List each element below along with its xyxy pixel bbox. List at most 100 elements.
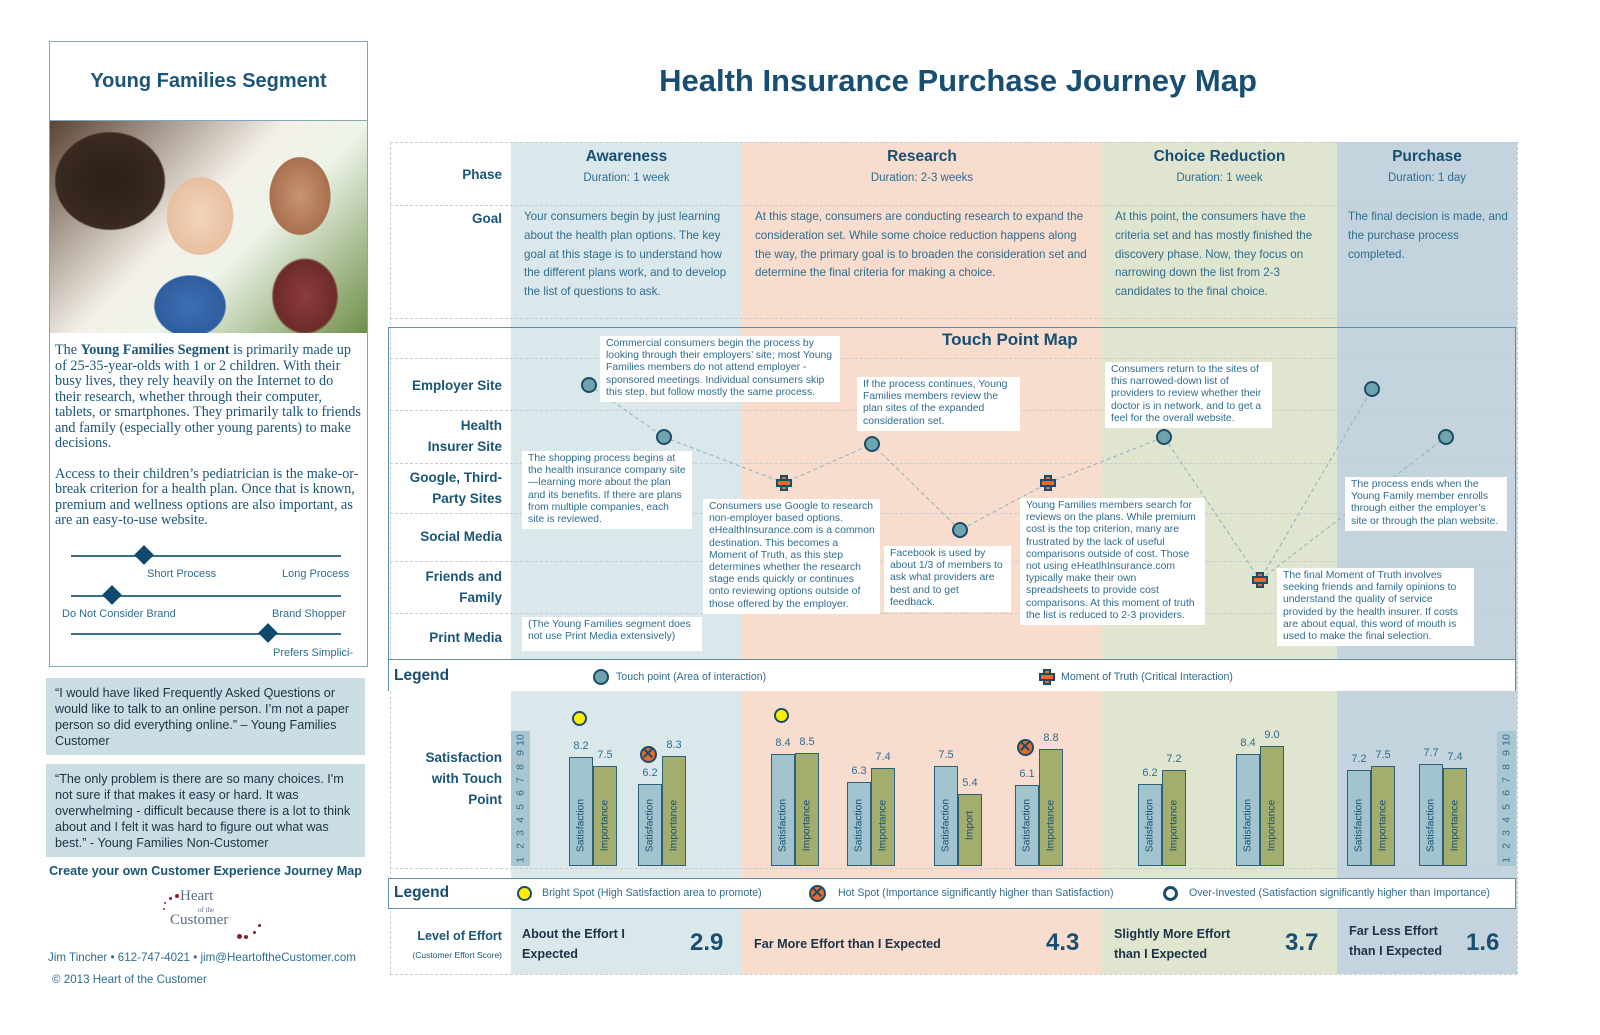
callout-process-ends: The process ends when the Young Family m… (1345, 477, 1507, 531)
y-tick-label: 6 (514, 790, 527, 797)
copyright: © 2013 Heart of the Customer (52, 973, 207, 986)
moment-of-truth-icon[interactable] (1252, 572, 1268, 588)
callout-facebook: Facebook is used by about 1/3 of members… (884, 546, 1011, 613)
slider-right-label: Long Process (282, 568, 350, 580)
goal-choice-reduction: At this point, the consumers have the cr… (1115, 210, 1313, 299)
satisfaction-bar: Satisfaction (1419, 763, 1443, 866)
logo-dot (169, 897, 172, 900)
logo-dot (164, 902, 166, 904)
y-tick-label: 7 (1500, 776, 1513, 783)
goal-purchase: The final decision is made, and the purc… (1348, 210, 1508, 261)
legend-label: Touch point (Area of interaction) (616, 671, 767, 683)
touchpoint-map-title: Touch Point Map (942, 330, 1078, 349)
touchpoint-icon[interactable] (1156, 429, 1172, 445)
callout-reviews: Young Families members search for review… (1020, 498, 1205, 626)
phase-duration: Duration: 1 day (1388, 172, 1466, 184)
phase-header-choice-reduction: Choice Reduction Duration: 1 week (1102, 148, 1337, 184)
simplicity-slider (71, 623, 341, 643)
slider-knob (258, 623, 278, 643)
phase-name: Research (887, 148, 957, 165)
customer-quote: “I would have liked Frequently Asked Que… (46, 678, 365, 755)
effort-score-choice-reduction: 3.7 (1285, 929, 1319, 956)
callout-employer-site: Commercial consumers begin the process b… (600, 336, 840, 403)
y-tick-label: 1 (514, 856, 527, 863)
legend-title: Legend (394, 667, 450, 684)
bar-value-label: 8.3 (666, 738, 682, 751)
process-length-slider (71, 545, 341, 565)
importance-bar: Import (958, 794, 982, 866)
slider-knob (133, 545, 154, 565)
row-label-effort: Level of Effort (417, 929, 502, 943)
bar-value-label: 6.2 (1142, 766, 1158, 779)
grid-line (390, 974, 1517, 975)
y-tick-label: 8 (514, 763, 527, 770)
y-tick-label: 5 (514, 803, 527, 810)
row-label-goal: Goal (471, 211, 502, 226)
satisfaction-bar: Satisfaction (1347, 770, 1371, 866)
logo-dot (237, 934, 242, 939)
grid-line (390, 318, 1517, 319)
row-label-satisfaction: Satisfaction with Touch Point (425, 750, 502, 807)
importance-bar: Importance (871, 767, 895, 866)
satisfaction-bar: Satisfaction (638, 783, 662, 866)
y-tick-label: 5 (1500, 803, 1513, 810)
y-tick-label: 2 (514, 843, 527, 850)
description-pre: The (55, 342, 81, 358)
bright-spot-icon (572, 710, 587, 726)
touchpoint-icon[interactable] (952, 522, 968, 538)
importance-bar: Importance (1260, 746, 1284, 866)
page-title: Health Insurance Purchase Journey Map (659, 63, 1257, 98)
effort-score-awareness: 2.9 (690, 929, 724, 956)
phase-name: Awareness (585, 148, 668, 165)
legend-label: Bright Spot (High Satisfaction area to p… (542, 887, 762, 899)
bar-value-label: 9.0 (1264, 729, 1280, 742)
non-customer-quote: “The only problem is there are so many c… (46, 764, 365, 857)
logo-dot (253, 931, 256, 934)
logo-text: Customer (170, 912, 229, 928)
hot-spot-icon (1017, 738, 1034, 756)
bar-value-label: 8.5 (799, 735, 815, 748)
description-bold: Young Families Segment (80, 342, 230, 358)
touchpoint-icon[interactable] (864, 436, 880, 452)
y-tick-label: 4 (514, 816, 527, 823)
y-tick-label: 10 (514, 734, 527, 746)
bar-value-label: 7.2 (1166, 753, 1182, 766)
touchpoint-icon[interactable] (1438, 429, 1454, 445)
touchpoint-icon[interactable] (1364, 381, 1380, 397)
grid-line (1517, 142, 1518, 974)
importance-bar: Importance (795, 752, 819, 866)
bar-value-label: 7.5 (938, 749, 954, 762)
effort-label-awareness: About the Effort I Expected (522, 927, 625, 961)
satisfaction-bar: Satisfaction (1138, 783, 1162, 866)
bar-value-label: 7.5 (597, 749, 613, 762)
phase-duration: Duration: 1 week (583, 172, 670, 184)
y-tick-label: 3 (1500, 830, 1513, 837)
bar-value-label: 6.3 (851, 765, 867, 778)
phase-duration: Duration: 2-3 weeks (870, 172, 974, 184)
contact-info: Jim Tincher • 612-747-4021 • jim@Heartof… (48, 951, 356, 964)
importance-bar: Importance (1162, 770, 1186, 866)
y-tick-label: 8 (1500, 763, 1513, 770)
effort-label-choice-reduction: Slightly More Effort than I Expected (1114, 927, 1231, 961)
segment-description: The Young Families Segment is primarily … (50, 333, 367, 529)
legend-label: Moment of Truth (Critical Interaction) (1061, 671, 1233, 683)
y-axis-left: 1 2 3 4 5 6 7 8 9 10 (511, 731, 530, 866)
moment-of-truth-icon[interactable] (776, 475, 792, 491)
grid-line (390, 205, 1517, 206)
description-post: is primarily made up of 25-35-year-olds … (55, 342, 361, 451)
slider-left-label: Do Not Consider Brand (62, 608, 176, 620)
y-tick-label: 2 (1500, 843, 1513, 850)
y-axis-right: 1 2 3 4 5 6 7 8 9 10 (1497, 731, 1516, 866)
effort-score-purchase: 1.6 (1466, 929, 1500, 956)
touchpoint-icon[interactable] (581, 377, 597, 393)
legend-label: Hot Spot (Importance significantly highe… (838, 887, 1114, 899)
moment-of-truth-icon[interactable] (1040, 475, 1056, 491)
moment-of-truth-icon (1039, 669, 1055, 685)
importance-bar: Importance (662, 755, 686, 866)
phase-header-purchase: Purchase Duration: 1 day (1337, 148, 1517, 184)
callout-google: Consumers use Google to research non-emp… (703, 499, 880, 614)
importance-bar: Importance (1371, 766, 1395, 866)
touchpoint-icon[interactable] (656, 429, 672, 445)
create-journey-map-link[interactable]: Create your own Customer Experience Jour… (46, 864, 365, 878)
bar-value-label: 7.5 (1375, 749, 1391, 762)
